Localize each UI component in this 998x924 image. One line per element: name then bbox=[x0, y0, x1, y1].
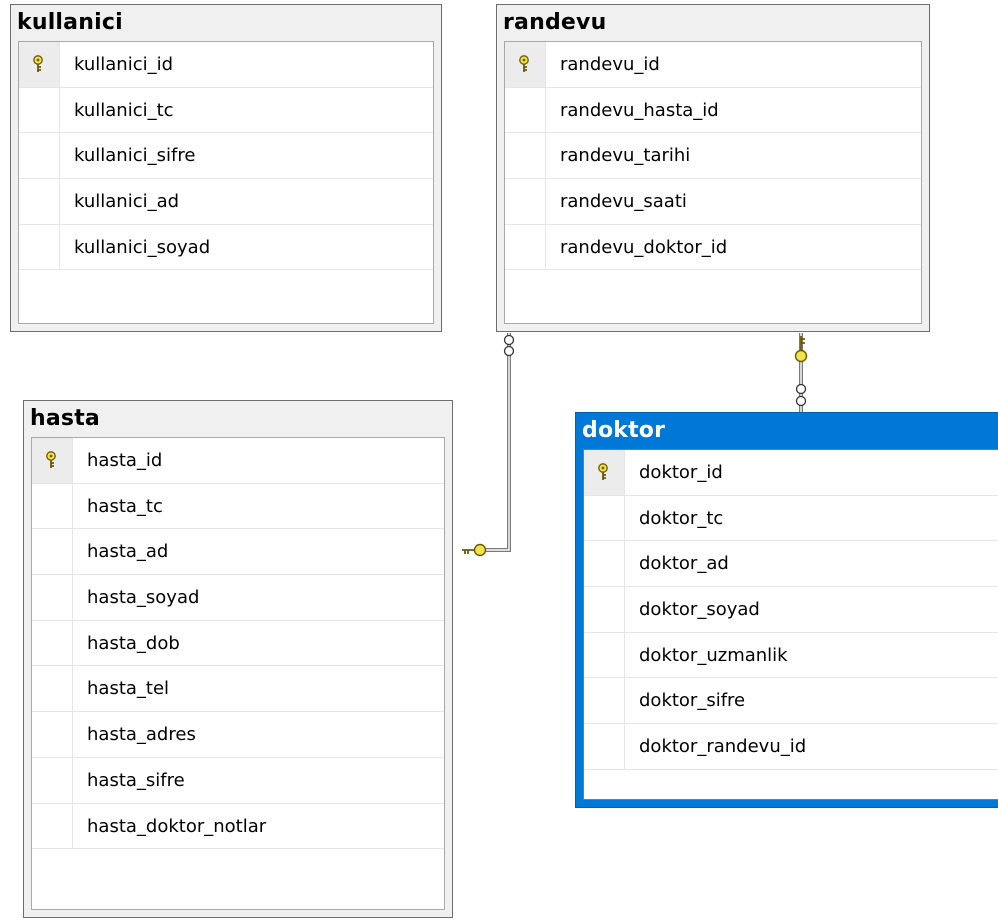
primary-key-icon bbox=[598, 463, 608, 480]
primary-key-icon bbox=[519, 55, 529, 72]
column-name: randevu_saati bbox=[560, 191, 687, 213]
column-row[interactable]: hasta_id bbox=[32, 438, 444, 484]
column-row[interactable]: kullanici_sifre bbox=[19, 133, 433, 180]
column-row[interactable]: doktor_sifre bbox=[584, 678, 998, 725]
column-row[interactable]: hasta_dob bbox=[32, 620, 444, 667]
column-row[interactable]: hasta_adres bbox=[32, 712, 444, 758]
table-randevu[interactable]: randevu randevu_id randevu_hasta_id rand… bbox=[496, 4, 930, 332]
column-name: hasta_soyad bbox=[87, 587, 200, 609]
column-name: doktor_ad bbox=[639, 553, 729, 575]
many-end-icon bbox=[503, 334, 515, 357]
column-name: kullanici_ad bbox=[74, 191, 180, 213]
column-row[interactable]: kullanici_soyad bbox=[19, 224, 433, 271]
column-name: hasta_adres bbox=[87, 724, 196, 746]
column-row[interactable]: doktor_ad bbox=[584, 541, 998, 588]
column-row[interactable]: kullanici_ad bbox=[19, 179, 433, 225]
column-name: hasta_ad bbox=[87, 541, 169, 563]
column-name: kullanici_id bbox=[74, 54, 174, 75]
column-row[interactable]: doktor_uzmanlik bbox=[584, 632, 998, 679]
table-title: kullanici bbox=[17, 10, 123, 35]
column-name: hasta_tc bbox=[87, 495, 163, 517]
column-name: hasta_sifre bbox=[87, 769, 185, 791]
many-end-icon bbox=[795, 383, 807, 407]
column-row[interactable]: randevu_id bbox=[505, 42, 921, 88]
foreign-key-icon bbox=[462, 543, 487, 557]
column-row[interactable]: hasta_tel bbox=[32, 666, 444, 713]
column-name: randevu_hasta_id bbox=[560, 99, 719, 121]
column-row[interactable]: doktor_tc bbox=[584, 495, 998, 542]
primary-key-icon bbox=[33, 55, 43, 72]
table-title: hasta bbox=[30, 406, 100, 431]
column-row[interactable]: randevu_saati bbox=[505, 179, 921, 225]
column-row[interactable]: doktor_randevu_id bbox=[584, 724, 998, 770]
table-title: randevu bbox=[503, 10, 607, 35]
column-name: kullanici_tc bbox=[74, 99, 174, 121]
column-name: doktor_soyad bbox=[639, 599, 760, 621]
relationship-randevu-hasta[interactable] bbox=[462, 333, 515, 557]
column-row[interactable]: randevu_doktor_id bbox=[505, 224, 921, 271]
relationship-doktor-randevu[interactable] bbox=[794, 333, 808, 412]
column-row[interactable]: randevu_hasta_id bbox=[505, 87, 921, 134]
column-name: hasta_doktor_notlar bbox=[87, 815, 267, 837]
column-row[interactable]: hasta_ad bbox=[32, 529, 444, 576]
table-title: doktor bbox=[582, 418, 666, 443]
column-name: hasta_tel bbox=[87, 678, 170, 700]
column-name: kullanici_soyad bbox=[74, 236, 211, 258]
column-grid: hasta_id hasta_tc hasta_ad hasta_soyad h… bbox=[31, 437, 445, 910]
column-name: kullanici_sifre bbox=[74, 145, 196, 167]
column-name: randevu_tarihi bbox=[560, 145, 691, 167]
table-hasta[interactable]: hasta hasta_id hasta_tc hasta_ad hasta_s… bbox=[23, 400, 453, 918]
table-kullanici[interactable]: kullanici kullanici_id kullanici_tc kull… bbox=[10, 4, 442, 332]
column-row[interactable]: hasta_tc bbox=[32, 483, 444, 530]
column-grid: kullanici_id kullanici_tc kullanici_sifr… bbox=[18, 41, 434, 324]
column-name: doktor_id bbox=[639, 462, 723, 483]
column-row[interactable]: kullanici_tc bbox=[19, 87, 433, 134]
column-name: hasta_dob bbox=[87, 632, 180, 654]
column-row[interactable]: hasta_doktor_notlar bbox=[32, 803, 444, 850]
column-row[interactable]: randevu_tarihi bbox=[505, 133, 921, 180]
table-doktor[interactable]: doktor doktor_id doktor_tc doktor_ad dok… bbox=[575, 412, 998, 808]
column-name: doktor_randevu_id bbox=[639, 736, 807, 758]
column-name: randevu_doktor_id bbox=[560, 236, 728, 258]
column-name: doktor_sifre bbox=[639, 690, 746, 712]
column-grid: randevu_id randevu_hasta_id randevu_tari… bbox=[504, 41, 922, 324]
column-name: hasta_id bbox=[87, 450, 163, 471]
column-row[interactable]: doktor_id bbox=[584, 450, 998, 496]
column-row[interactable]: kullanici_id bbox=[19, 42, 433, 88]
column-row[interactable]: doktor_soyad bbox=[584, 587, 998, 633]
column-grid: doktor_id doktor_tc doktor_ad doktor_soy… bbox=[583, 449, 998, 800]
column-name: doktor_tc bbox=[639, 507, 724, 529]
column-name: doktor_uzmanlik bbox=[639, 644, 788, 666]
column-name: randevu_id bbox=[560, 54, 660, 75]
column-row[interactable]: hasta_soyad bbox=[32, 575, 444, 621]
column-row[interactable]: hasta_sifre bbox=[32, 757, 444, 804]
primary-key-icon bbox=[46, 451, 56, 468]
foreign-key-icon bbox=[794, 336, 808, 363]
